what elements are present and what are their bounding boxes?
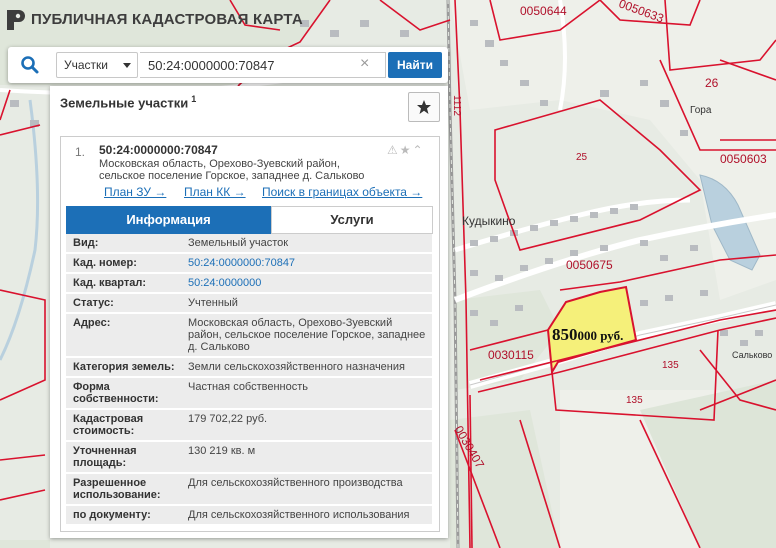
tab-info[interactable]: Информация xyxy=(66,206,271,234)
find-button[interactable]: Найти xyxy=(388,52,442,78)
result-count: 1 xyxy=(191,94,197,104)
info-label: Кадастровая стоимость: xyxy=(73,413,144,437)
result-address: Московская область, Орехово-Зуевский рай… xyxy=(99,158,364,182)
result-cad-number[interactable]: 50:24:0000000:70847 xyxy=(99,143,218,157)
search-type-label: Участки xyxy=(64,58,108,72)
info-label: Вид: xyxy=(73,237,99,249)
parcel-label: 0050675 xyxy=(566,258,613,272)
price-annotation: 850000 руб. xyxy=(552,325,623,345)
parcel-label: 1112 xyxy=(450,95,462,116)
info-label: Кад. номер: xyxy=(73,257,137,269)
info-label: Категория земель: xyxy=(73,361,175,373)
info-value: Для сельскохозяйственного использования xyxy=(188,509,410,521)
parcel-label: 25 xyxy=(576,152,588,163)
info-row: Категория земель: Земли сельскохозяйствен… xyxy=(66,358,432,378)
star-icon xyxy=(417,100,431,114)
cad-number-link[interactable]: 50:24:0000000:70847 xyxy=(178,254,432,272)
chevron-down-icon xyxy=(123,63,131,68)
info-label: Кад. квартал: xyxy=(73,277,147,289)
info-value: Учтенный xyxy=(188,297,238,309)
address-line: сельское поселение Горское, западнее д. … xyxy=(99,170,365,182)
parcel-label: 0050644 xyxy=(520,4,567,18)
parcel-label: 135 xyxy=(626,395,643,406)
info-value: 130 219 кв. м xyxy=(188,445,256,457)
search-input[interactable] xyxy=(140,52,386,78)
star-outline-icon[interactable]: ★ xyxy=(400,143,413,157)
place-label: Гора xyxy=(690,105,712,116)
info-row: по документу: Для сельскохозяйственного и… xyxy=(66,506,432,526)
app-title: ПУБЛИЧНАЯ КАДАСТРОВАЯ КАРТА xyxy=(31,11,303,28)
warning-icon[interactable]: ⚠ xyxy=(387,143,400,157)
cad-quarter-link[interactable]: 50:24:0000000 xyxy=(178,274,432,292)
info-row: Кадастровая стоимость: 179 702,22 руб. xyxy=(66,410,432,442)
panel-title: Земельные участки 1 xyxy=(60,94,196,110)
logo-icon[interactable] xyxy=(7,10,25,30)
info-value: Земли сельскохозяйственного назначения xyxy=(188,361,405,373)
info-label: по документу: xyxy=(73,509,151,521)
info-value: Для сельскохозяйственного производства xyxy=(188,477,403,489)
info-label: Форма собственности: xyxy=(73,381,159,405)
info-row: Разрешенное использование: Для сельскохоз… xyxy=(66,474,432,506)
info-value: Частная собственность xyxy=(188,381,309,393)
parcel-label: 26 xyxy=(705,76,719,90)
chevron-up-icon[interactable]: ⌃ xyxy=(413,143,425,157)
search-bar: Участки × Найти xyxy=(8,47,448,83)
info-row: Уточненная площадь: 130 219 кв. м xyxy=(66,442,432,474)
result-card: 1. 50:24:0000000:70847 Московская област… xyxy=(60,136,440,532)
search-icon xyxy=(21,56,39,74)
info-row: Адрес: Московская область, Орехово-Зуевск… xyxy=(66,314,432,358)
search-type-select[interactable]: Участки xyxy=(56,52,138,78)
info-row: Кад. номер: 50:24:0000000:70847 xyxy=(66,254,432,274)
price-suffix: 000 руб. xyxy=(577,328,624,343)
info-label: Разрешенное использование: xyxy=(73,477,161,501)
favorites-button[interactable] xyxy=(408,92,440,122)
plan-zu-link[interactable]: План ЗУ → xyxy=(104,185,166,199)
parcel-label: 0030115 xyxy=(488,348,534,362)
parcel-label: 0050603 xyxy=(720,152,767,166)
info-row: Форма собственности: Частная собственност… xyxy=(66,378,432,410)
plan-kk-link[interactable]: План КК → xyxy=(184,185,246,199)
info-row: Статус: Учтенный xyxy=(66,294,432,314)
info-value: 179 702,22 руб. xyxy=(188,413,268,425)
app-header: ПУБЛИЧНАЯ КАДАСТРОВАЯ КАРТА xyxy=(0,0,310,42)
info-label: Адрес: xyxy=(73,317,111,329)
parcel-label: 135 xyxy=(662,360,679,371)
info-label: Статус: xyxy=(73,297,114,309)
address-line: Московская область, Орехово-Зуевский рай… xyxy=(99,158,340,170)
place-label: Сальково xyxy=(732,350,773,360)
place-label: Кудыкино xyxy=(462,214,516,228)
result-index: 1. xyxy=(75,145,86,159)
info-row: Вид: Земельный участок xyxy=(66,234,432,254)
clear-icon[interactable]: × xyxy=(360,55,369,73)
info-value: Московская область, Орехово-Зуевский рай… xyxy=(188,317,426,353)
panel-title-text: Земельные участки xyxy=(60,95,189,111)
card-tools: ⚠★⌃ xyxy=(387,143,425,157)
search-toggle-button[interactable] xyxy=(8,47,50,83)
info-value: Земельный участок xyxy=(188,237,289,249)
info-row: Кад. квартал: 50:24:0000000 xyxy=(66,274,432,294)
tab-services[interactable]: Услуги xyxy=(271,206,433,234)
price-amount: 850 xyxy=(552,325,578,344)
search-in-bounds-link[interactable]: Поиск в границах объекта → xyxy=(262,185,422,199)
info-table: Вид: Земельный участок Кад. номер: 50:24:0… xyxy=(66,234,432,526)
results-panel: Земельные участки 1 1. 50:24:0000000:7084… xyxy=(50,86,448,538)
info-label: Уточненная площадь: xyxy=(73,445,137,469)
